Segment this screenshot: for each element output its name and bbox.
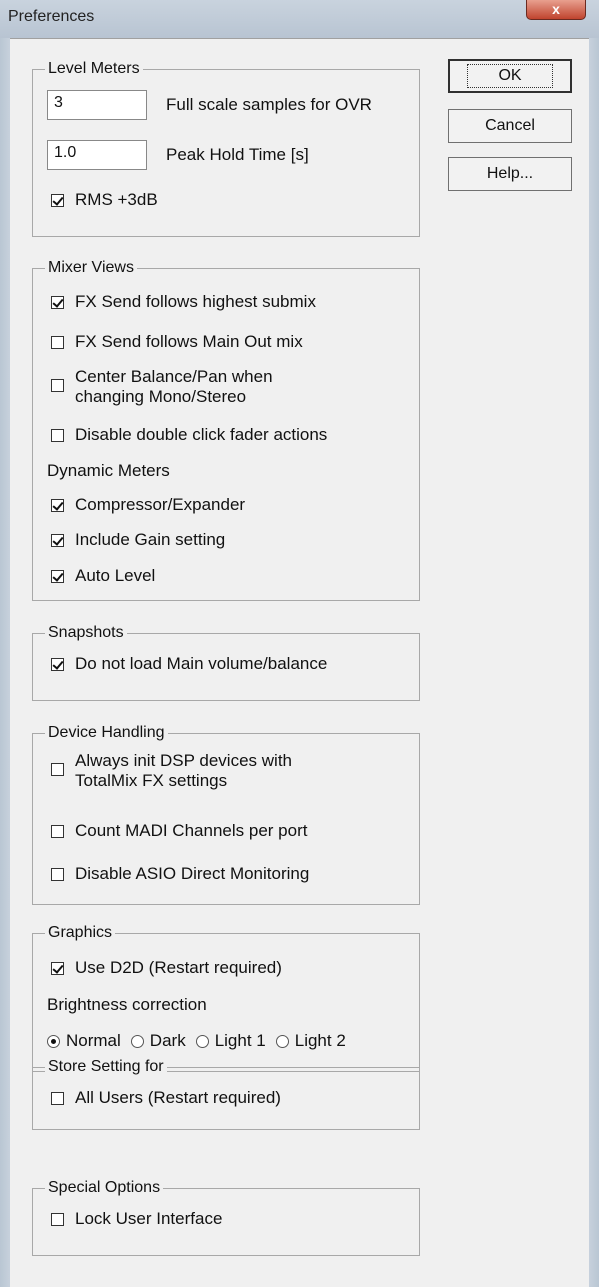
checkbox-box[interactable] bbox=[51, 379, 64, 392]
help-button-label: Help... bbox=[486, 165, 534, 182]
checkbox-box[interactable] bbox=[51, 335, 64, 349]
rms-plus-3db-checkbox[interactable]: RMS +3dB bbox=[51, 190, 158, 210]
checkbox-box[interactable] bbox=[51, 569, 64, 583]
disable-double-click-fader-checkbox[interactable]: Disable double click fader actions bbox=[51, 425, 327, 445]
full-scale-samples-input[interactable]: 3 bbox=[47, 90, 147, 120]
checkbox-label: Lock User Interface bbox=[75, 1209, 223, 1228]
group-store-setting: Store Setting for All Users (Restart req… bbox=[32, 1057, 420, 1130]
radio-light-1[interactable]: Light 1 bbox=[195, 1031, 266, 1051]
checkbox-label: FX Send follows Main Out mix bbox=[75, 332, 303, 351]
group-graphics: Graphics Use D2D (Restart required) Brig… bbox=[32, 923, 420, 1072]
group-title: Device Handling bbox=[45, 723, 168, 743]
ok-button[interactable]: OK bbox=[448, 59, 572, 93]
radio-label: Light 2 bbox=[294, 1031, 346, 1050]
checkbox-box[interactable] bbox=[51, 824, 64, 838]
window-frame-right bbox=[589, 38, 599, 1287]
checkbox-box[interactable] bbox=[51, 498, 64, 512]
use-d2d-checkbox[interactable]: Use D2D (Restart required) bbox=[51, 958, 282, 978]
close-icon: x bbox=[552, 1, 560, 17]
cancel-button[interactable]: Cancel bbox=[448, 109, 572, 143]
checkbox-box[interactable] bbox=[51, 961, 64, 975]
checkbox-label: Do not load Main volume/balance bbox=[75, 654, 328, 673]
checkbox-box[interactable] bbox=[51, 428, 64, 442]
group-title: Graphics bbox=[45, 923, 116, 943]
checkbox-label: Disable double click fader actions bbox=[75, 425, 328, 444]
radio-button[interactable] bbox=[195, 1034, 209, 1048]
full-scale-samples-label: Full scale samples for OVR bbox=[166, 95, 372, 114]
checkbox-label: Compressor/Expander bbox=[75, 495, 246, 514]
radio-label: Light 1 bbox=[214, 1031, 266, 1050]
all-users-checkbox[interactable]: All Users (Restart required) bbox=[51, 1088, 281, 1108]
ok-button-label: OK bbox=[467, 64, 553, 88]
checkbox-box[interactable] bbox=[51, 657, 64, 671]
checkbox-box[interactable] bbox=[51, 533, 64, 547]
checkbox-label: All Users (Restart required) bbox=[75, 1088, 281, 1107]
brightness-radio-group: Normal Dark Light 1 Light 2 bbox=[47, 1031, 346, 1051]
radio-dark[interactable]: Dark bbox=[130, 1031, 186, 1051]
preferences-dialog: Level Meters 3 Full scale samples for OV… bbox=[10, 38, 589, 1287]
radio-button[interactable] bbox=[130, 1034, 144, 1048]
group-mixer-views: Mixer Views FX Send follows highest subm… bbox=[32, 258, 420, 601]
group-snapshots: Snapshots Do not load Main volume/balanc… bbox=[32, 623, 420, 701]
brightness-correction-label: Brightness correction bbox=[47, 995, 207, 1014]
compressor-expander-checkbox[interactable]: Compressor/Expander bbox=[51, 495, 245, 515]
group-title: Special Options bbox=[45, 1178, 164, 1198]
radio-label: Dark bbox=[149, 1031, 186, 1050]
checkbox-box[interactable] bbox=[51, 193, 64, 207]
group-special-options: Special Options Lock User Interface bbox=[32, 1178, 420, 1256]
group-title: Level Meters bbox=[45, 59, 143, 79]
center-balance-pan-checkbox[interactable]: Center Balance/Pan when changing Mono/St… bbox=[51, 367, 315, 407]
checkbox-box[interactable] bbox=[51, 1212, 64, 1226]
peak-hold-time-label: Peak Hold Time [s] bbox=[166, 145, 309, 164]
group-title: Store Setting for bbox=[45, 1057, 167, 1077]
window-frame-left bbox=[0, 38, 10, 1287]
checkbox-label: FX Send follows highest submix bbox=[75, 292, 316, 311]
count-madi-channels-checkbox[interactable]: Count MADI Channels per port bbox=[51, 821, 307, 841]
checkbox-label: RMS +3dB bbox=[75, 190, 158, 209]
do-not-load-main-volume-checkbox[interactable]: Do not load Main volume/balance bbox=[51, 654, 327, 674]
dynamic-meters-label: Dynamic Meters bbox=[47, 461, 170, 480]
radio-button[interactable] bbox=[275, 1034, 289, 1048]
always-init-dsp-checkbox[interactable]: Always init DSP devices with TotalMix FX… bbox=[51, 751, 325, 791]
checkbox-box[interactable] bbox=[51, 295, 64, 309]
close-button[interactable]: x bbox=[526, 0, 586, 20]
fx-send-follows-main-out-checkbox[interactable]: FX Send follows Main Out mix bbox=[51, 332, 303, 352]
radio-normal[interactable]: Normal bbox=[47, 1031, 121, 1051]
radio-light-2[interactable]: Light 2 bbox=[275, 1031, 346, 1051]
include-gain-setting-checkbox[interactable]: Include Gain setting bbox=[51, 530, 225, 550]
checkbox-label: Always init DSP devices with TotalMix FX… bbox=[75, 751, 292, 790]
group-title: Mixer Views bbox=[45, 258, 137, 278]
checkbox-label: Count MADI Channels per port bbox=[75, 821, 308, 840]
checkbox-label: Disable ASIO Direct Monitoring bbox=[75, 864, 310, 883]
checkbox-label: Use D2D (Restart required) bbox=[75, 958, 282, 977]
radio-button[interactable] bbox=[47, 1034, 60, 1048]
group-title: Snapshots bbox=[45, 623, 127, 643]
fx-send-follows-highest-submix-checkbox[interactable]: FX Send follows highest submix bbox=[51, 292, 316, 312]
cancel-button-label: Cancel bbox=[485, 117, 535, 134]
checkbox-label: Center Balance/Pan when changing Mono/St… bbox=[75, 367, 273, 406]
checkbox-box[interactable] bbox=[51, 763, 64, 776]
radio-label: Normal bbox=[66, 1031, 121, 1050]
auto-level-checkbox[interactable]: Auto Level bbox=[51, 566, 155, 586]
lock-user-interface-checkbox[interactable]: Lock User Interface bbox=[51, 1209, 222, 1229]
help-button[interactable]: Help... bbox=[448, 157, 572, 191]
title-bar[interactable]: Preferences x bbox=[0, 0, 599, 38]
group-level-meters: Level Meters 3 Full scale samples for OV… bbox=[32, 59, 420, 237]
checkbox-box[interactable] bbox=[51, 1091, 64, 1105]
checkbox-label: Include Gain setting bbox=[75, 530, 226, 549]
checkbox-label: Auto Level bbox=[75, 566, 156, 585]
checkbox-box[interactable] bbox=[51, 867, 64, 881]
group-device-handling: Device Handling Always init DSP devices … bbox=[32, 723, 420, 905]
disable-asio-direct-monitoring-checkbox[interactable]: Disable ASIO Direct Monitoring bbox=[51, 864, 309, 884]
window-title: Preferences bbox=[8, 8, 95, 25]
peak-hold-time-input[interactable]: 1.0 bbox=[47, 140, 147, 170]
